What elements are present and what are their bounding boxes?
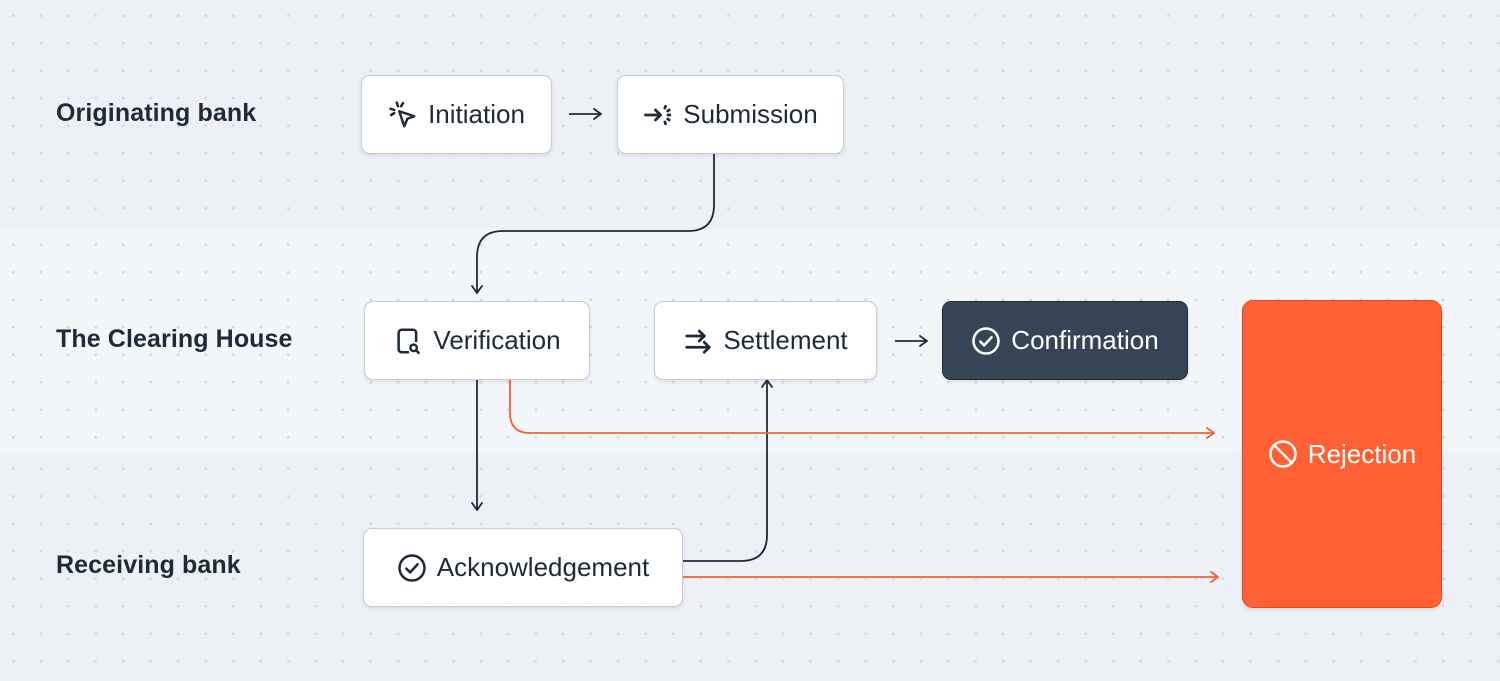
node-settlement[interactable]: Settlement bbox=[654, 301, 877, 380]
check-circle-icon bbox=[398, 553, 426, 582]
node-verification[interactable]: Verification bbox=[364, 301, 590, 380]
node-rejection[interactable]: Rejection bbox=[1242, 300, 1442, 608]
node-label: Verification bbox=[433, 325, 561, 355]
arrows-right-icon bbox=[685, 329, 711, 354]
node-label: Acknowledgement bbox=[436, 552, 650, 582]
cursor-click-icon bbox=[389, 100, 416, 127]
node-submission[interactable]: Submission bbox=[617, 75, 844, 154]
check-circle-icon bbox=[972, 326, 1001, 355]
arrow-into-burst-icon bbox=[644, 104, 672, 125]
node-label: Rejection bbox=[1307, 438, 1417, 469]
node-initiation[interactable]: Initiation bbox=[361, 75, 552, 154]
document-search-icon bbox=[397, 328, 421, 354]
edge-acknowledgement-settlement bbox=[683, 379, 773, 562]
node-label: Confirmation bbox=[1011, 325, 1159, 355]
ban-icon bbox=[1269, 440, 1297, 468]
node-label: Submission bbox=[683, 99, 818, 129]
node-label: Initiation bbox=[428, 99, 525, 129]
edge-verification-rejection bbox=[509, 380, 1215, 439]
node-confirmation[interactable]: Confirmation bbox=[942, 301, 1188, 380]
edge-submission-verification bbox=[471, 154, 715, 294]
node-label: Settlement bbox=[723, 325, 848, 355]
node-acknowledgement[interactable]: Acknowledgement bbox=[363, 528, 683, 607]
